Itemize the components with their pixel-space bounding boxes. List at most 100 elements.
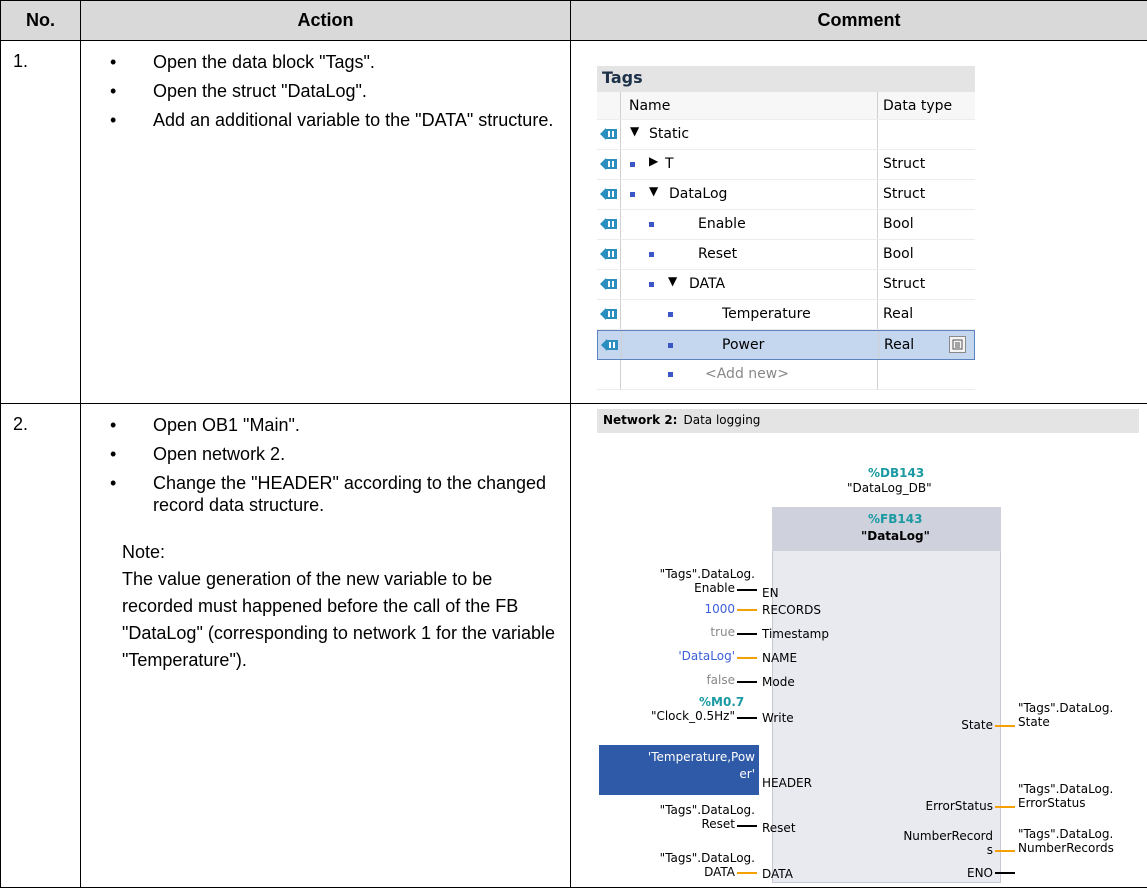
pin-mode[interactable]: Mode [762, 675, 795, 689]
col-datatype: Data type [877, 92, 952, 119]
wire [737, 717, 757, 719]
pin-errorstatus[interactable]: ErrorStatus [871, 799, 993, 813]
step-bullet: Add an additional variable to the "DATA"… [93, 109, 560, 131]
tag-row-enable[interactable]: Enable Bool [597, 210, 975, 240]
row-1-no: 1. [1, 41, 81, 404]
pin-timestamp[interactable]: Timestamp [762, 627, 829, 641]
expand-down-icon[interactable]: ▼ [630, 124, 639, 138]
timestamp-value[interactable]: true [591, 625, 735, 639]
pin-write[interactable]: Write [762, 711, 794, 725]
tag-row-static[interactable]: ▼ Static [597, 120, 975, 150]
network-header[interactable]: Network 2:Data logging [597, 409, 1139, 433]
note-text: The value generation of the new variable… [122, 566, 560, 674]
member-icon [668, 343, 673, 348]
pin-reset[interactable]: Reset [762, 821, 796, 835]
tag-row-temperature[interactable]: Temperature Real [597, 300, 975, 330]
step-bullet: Open the struct "DataLog". [93, 80, 560, 102]
numberrecords-tag: "Tags".DataLog. [1018, 827, 1113, 841]
row-2-action: Open OB1 "Main". Open network 2. Change … [81, 404, 571, 888]
wire [737, 633, 757, 635]
wire [737, 872, 757, 874]
step-bullet: Open network 2. [93, 443, 560, 465]
header-action: Action [81, 1, 571, 41]
fb-block[interactable] [772, 507, 1001, 883]
header-value-selected[interactable]: 'Temperature,Pow er' [599, 745, 759, 795]
tag-row-add-new[interactable]: <Add new> [597, 360, 975, 390]
member-icon [668, 312, 673, 317]
member-icon [649, 252, 654, 257]
data-tag: "Tags".DataLog. [591, 851, 755, 865]
db-address: %DB143 [868, 466, 924, 480]
pin-eno[interactable]: ENO [901, 866, 993, 880]
tag-row-datalog[interactable]: ▼ DataLog Struct [597, 180, 975, 210]
wire [737, 657, 757, 659]
db-tag-icon [600, 248, 618, 260]
expand-right-icon[interactable]: ▶ [649, 154, 658, 168]
row-1-action: Open the data block "Tags". Open the str… [81, 41, 571, 404]
member-icon [630, 192, 635, 197]
db-tag-icon [600, 158, 618, 170]
wire [995, 725, 1015, 727]
datablock-title: Tags [597, 66, 975, 92]
records-value[interactable]: 1000 [591, 602, 735, 616]
errorstatus-tag-member[interactable]: ErrorStatus [1018, 796, 1086, 810]
db-tag-icon [600, 308, 618, 320]
wire [995, 872, 1015, 874]
fb-name: "DataLog" [861, 529, 930, 543]
fb-address: %FB143 [868, 512, 922, 526]
step-bullet: Open the data block "Tags". [93, 51, 560, 73]
header-comment: Comment [571, 1, 1147, 41]
db-tag-icon [600, 218, 618, 230]
write-address: %M0.7 [699, 695, 744, 709]
tag-row-power[interactable]: Power Real [597, 330, 975, 360]
member-icon [630, 162, 635, 167]
reset-tag-member: Reset [591, 817, 735, 831]
tag-row-data[interactable]: ▼ DATA Struct [597, 270, 975, 300]
wire [995, 850, 1015, 852]
wire [737, 681, 757, 683]
tag-row-reset[interactable]: Reset Bool [597, 240, 975, 270]
pin-records[interactable]: RECORDS [762, 603, 821, 617]
numberrecords-tag-member[interactable]: NumberRecords [1018, 841, 1114, 855]
tags-datablock: Tags Name Data type ▼ Static ▶ T Struct … [597, 66, 975, 390]
row-2-no: 2. [1, 404, 81, 888]
wire [737, 609, 757, 611]
db-tag-icon [600, 278, 618, 290]
step-bullet: Open OB1 "Main". [93, 414, 560, 436]
member-icon [649, 222, 654, 227]
db-tag-icon [600, 188, 618, 200]
expand-down-icon[interactable]: ▼ [668, 274, 677, 288]
expand-down-icon[interactable]: ▼ [649, 184, 658, 198]
mode-value[interactable]: false [591, 673, 735, 687]
reset-tag: "Tags".DataLog. [591, 803, 755, 817]
member-icon [668, 372, 673, 377]
pin-data[interactable]: DATA [762, 867, 793, 881]
en-tag: "Tags".DataLog. [591, 567, 755, 581]
header-no: No. [1, 1, 81, 41]
datablock-header-row: Name Data type [597, 92, 975, 120]
db-name: "DataLog_DB" [847, 481, 932, 495]
pin-state[interactable]: State [901, 718, 993, 732]
state-tag-member[interactable]: State [1018, 715, 1050, 729]
note-label: Note: [122, 539, 560, 566]
tag-row-t[interactable]: ▶ T Struct [597, 150, 975, 180]
step-bullet: Change the "HEADER" according to the cha… [93, 472, 560, 516]
db-tag-icon [601, 339, 619, 351]
state-tag: "Tags".DataLog. [1018, 701, 1113, 715]
wire [737, 589, 757, 591]
col-name: Name [629, 98, 670, 114]
pin-name[interactable]: NAME [762, 651, 797, 665]
pin-numberrecords[interactable]: NumberRecord [871, 829, 993, 843]
member-icon [649, 282, 654, 287]
wire [995, 806, 1015, 808]
datatype-picker-icon[interactable] [949, 336, 966, 353]
fbd-network: Network 2:Data logging %DB143 "DataLog_D… [571, 405, 1147, 887]
en-tag-member: Enable [591, 581, 735, 595]
data-tag-member: DATA [591, 865, 735, 879]
pin-header[interactable]: HEADER [762, 776, 812, 790]
write-tag[interactable]: "Clock_0.5Hz" [591, 709, 735, 723]
wire [737, 825, 757, 827]
errorstatus-tag: "Tags".DataLog. [1018, 782, 1113, 796]
pin-en[interactable]: EN [762, 586, 779, 600]
name-value[interactable]: 'DataLog' [591, 649, 735, 663]
